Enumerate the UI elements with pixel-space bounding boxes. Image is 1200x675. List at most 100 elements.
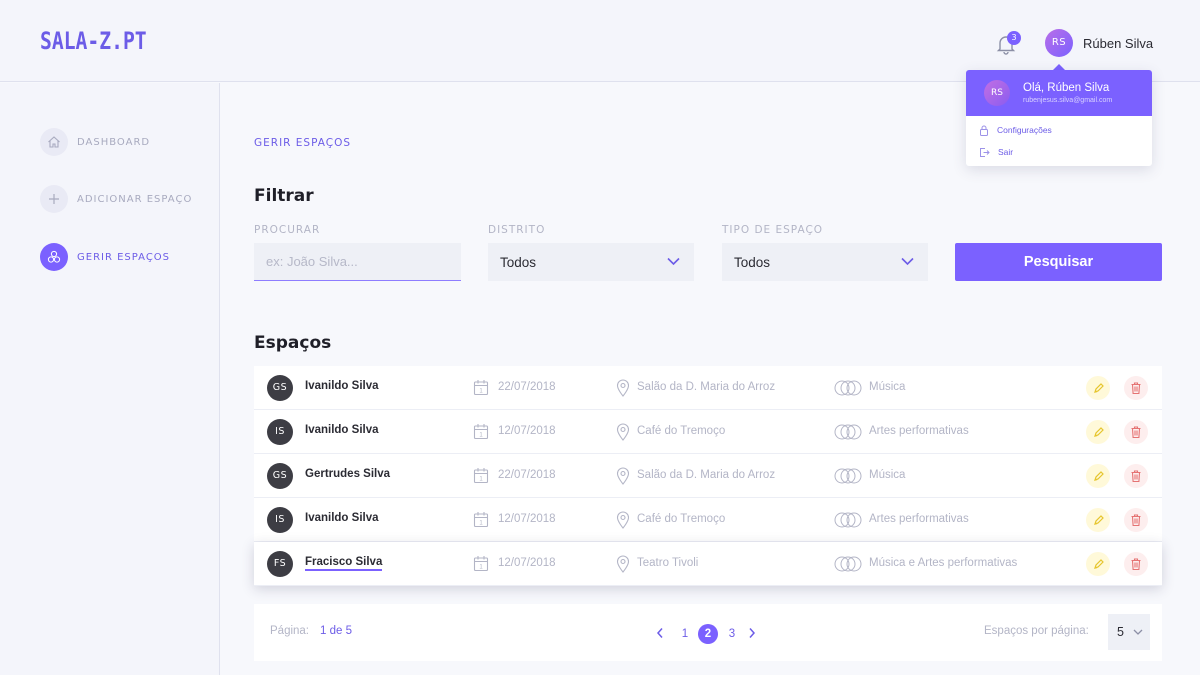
location-pin-icon <box>616 379 630 397</box>
sidebar-item-add-space[interactable]: ADICIONAR ESPAÇO <box>40 185 192 213</box>
svg-text:1: 1 <box>479 389 483 395</box>
spaces-title: Espaços <box>254 333 332 353</box>
location-pin-icon <box>616 467 630 485</box>
row-owner-name[interactable]: Ivanildo Silva <box>305 512 379 524</box>
page-label: Página: <box>270 625 310 637</box>
calendar-icon: 1 <box>473 380 489 396</box>
user-avatar[interactable]: RS <box>1045 29 1073 57</box>
sidebar-item-label: DASHBOARD <box>77 136 151 148</box>
app-logo[interactable]: SALA-Z.PT <box>40 27 147 55</box>
sidebar-item-label: GERIR ESPAÇOS <box>77 251 171 263</box>
page-indicator: 1 de 5 <box>320 625 352 637</box>
calendar-icon: 1 <box>473 512 489 528</box>
row-avatar: GS <box>267 375 293 401</box>
calendar-icon: 1 <box>473 468 489 484</box>
trash-icon <box>1131 470 1141 482</box>
trash-icon <box>1131 382 1141 394</box>
edit-button[interactable] <box>1086 508 1110 532</box>
table-row[interactable]: IS Ivanildo Silva 1 12/07/2018 Café do Tremo… <box>254 498 1162 542</box>
delete-button[interactable] <box>1124 376 1148 400</box>
trash-icon <box>1131 558 1141 570</box>
row-avatar: FS <box>267 551 293 577</box>
row-avatar: IS <box>267 419 293 445</box>
user-menu-greeting: Olá, Rúben Silva <box>1023 82 1110 94</box>
row-date: 12/07/2018 <box>498 425 556 437</box>
sidebar-item-dashboard[interactable]: DASHBOARD <box>40 128 150 156</box>
pencil-icon <box>1093 514 1104 525</box>
chevron-left-icon[interactable] <box>656 627 664 639</box>
chevron-down-icon <box>901 257 914 266</box>
trash-icon <box>1131 426 1141 438</box>
edit-button[interactable] <box>1086 376 1110 400</box>
space-type-icon <box>834 380 862 396</box>
pencil-icon <box>1093 470 1104 481</box>
row-date: 12/07/2018 <box>498 513 556 525</box>
chevron-down-icon <box>667 257 680 266</box>
row-owner-name[interactable]: Gertrudes Silva <box>305 468 390 480</box>
row-date: 22/07/2018 <box>498 469 556 481</box>
table-row[interactable]: IS Ivanildo Silva 1 12/07/2018 Café do Tremo… <box>254 410 1162 454</box>
search-button[interactable]: Pesquisar <box>955 243 1162 281</box>
nav-icon-wrap <box>40 185 68 213</box>
page-3-button[interactable]: 3 <box>722 624 742 644</box>
district-select[interactable]: Todos <box>488 243 694 281</box>
row-location: Teatro Tivoli <box>637 557 699 569</box>
row-space-type: Artes performativas <box>869 513 969 525</box>
menu-item-label: Configurações <box>997 125 1052 135</box>
user-name[interactable]: Rúben Silva <box>1083 36 1153 51</box>
district-label: DISTRITO <box>488 224 546 236</box>
row-location: Café do Tremoço <box>637 513 726 525</box>
location-pin-icon <box>616 423 630 441</box>
search-input[interactable] <box>254 243 461 281</box>
user-menu-header: RS Olá, Rúben Silva rubenjesus.silva@gma… <box>966 70 1152 116</box>
space-type-select-value: Todos <box>734 254 771 270</box>
per-page-select[interactable]: 5 <box>1108 614 1150 650</box>
user-menu-email: rubenjesus.silva@gmail.com <box>1023 97 1113 104</box>
table-row[interactable]: FS Fracisco Silva 1 12/07/2018 Teatro Tivoli… <box>254 542 1162 586</box>
pagination-bar: Página: 1 de 5 1 2 3 Espaços por página:… <box>254 604 1162 661</box>
delete-button[interactable] <box>1124 464 1148 488</box>
edit-button[interactable] <box>1086 420 1110 444</box>
type-label: TIPO DE ESPAÇO <box>722 224 824 236</box>
delete-button[interactable] <box>1124 508 1148 532</box>
filter-title: Filtrar <box>254 186 314 206</box>
pencil-icon <box>1093 382 1104 393</box>
page-2-button[interactable]: 2 <box>698 624 718 644</box>
space-type-select[interactable]: Todos <box>722 243 928 281</box>
district-select-value: Todos <box>500 254 537 270</box>
space-type-icon <box>834 468 862 484</box>
table-row[interactable]: GS Ivanildo Silva 1 22/07/2018 Salão da D. M… <box>254 366 1162 410</box>
svg-text:1: 1 <box>479 565 483 571</box>
notification-badge: 3 <box>1007 31 1021 45</box>
space-type-icon <box>834 512 862 528</box>
row-owner-name[interactable]: Ivanildo Silva <box>305 424 379 436</box>
delete-button[interactable] <box>1124 420 1148 444</box>
home-icon <box>48 136 60 148</box>
row-owner-name[interactable]: Ivanildo Silva <box>305 380 379 392</box>
edit-button[interactable] <box>1086 464 1110 488</box>
menu-item-settings[interactable]: Configurações <box>979 123 1052 137</box>
row-location: Café do Tremoço <box>637 425 726 437</box>
spaces-icon <box>47 250 61 263</box>
per-page-label: Espaços por página: <box>984 625 1089 637</box>
menu-item-logout[interactable]: Sair <box>979 145 1013 159</box>
row-location: Salão da D. Maria do Arroz <box>637 469 776 481</box>
user-menu: RS Olá, Rúben Silva rubenjesus.silva@gma… <box>966 70 1152 166</box>
row-space-type: Música <box>869 381 906 393</box>
table-row[interactable]: GS Gertrudes Silva 1 22/07/2018 Salão da D. … <box>254 454 1162 498</box>
sidebar-item-label: ADICIONAR ESPAÇO <box>77 193 193 205</box>
calendar-icon: 1 <box>473 556 489 572</box>
plus-icon <box>49 194 59 204</box>
row-owner-name[interactable]: Fracisco Silva <box>305 556 383 571</box>
page-1-button[interactable]: 1 <box>675 624 695 644</box>
sidebar-item-manage-spaces[interactable]: GERIR ESPAÇOS <box>40 243 170 271</box>
chevron-right-icon[interactable] <box>748 627 756 639</box>
per-page-value: 5 <box>1117 625 1124 639</box>
pencil-icon <box>1093 558 1104 569</box>
user-menu-avatar: RS <box>984 80 1010 106</box>
breadcrumb[interactable]: GERIR ESPAÇOS <box>254 137 351 149</box>
delete-button[interactable] <box>1124 552 1148 576</box>
pencil-icon <box>1093 426 1104 437</box>
sidebar: DASHBOARD ADICIONAR ESPAÇO GERIR ESPAÇOS <box>0 83 220 675</box>
edit-button[interactable] <box>1086 552 1110 576</box>
